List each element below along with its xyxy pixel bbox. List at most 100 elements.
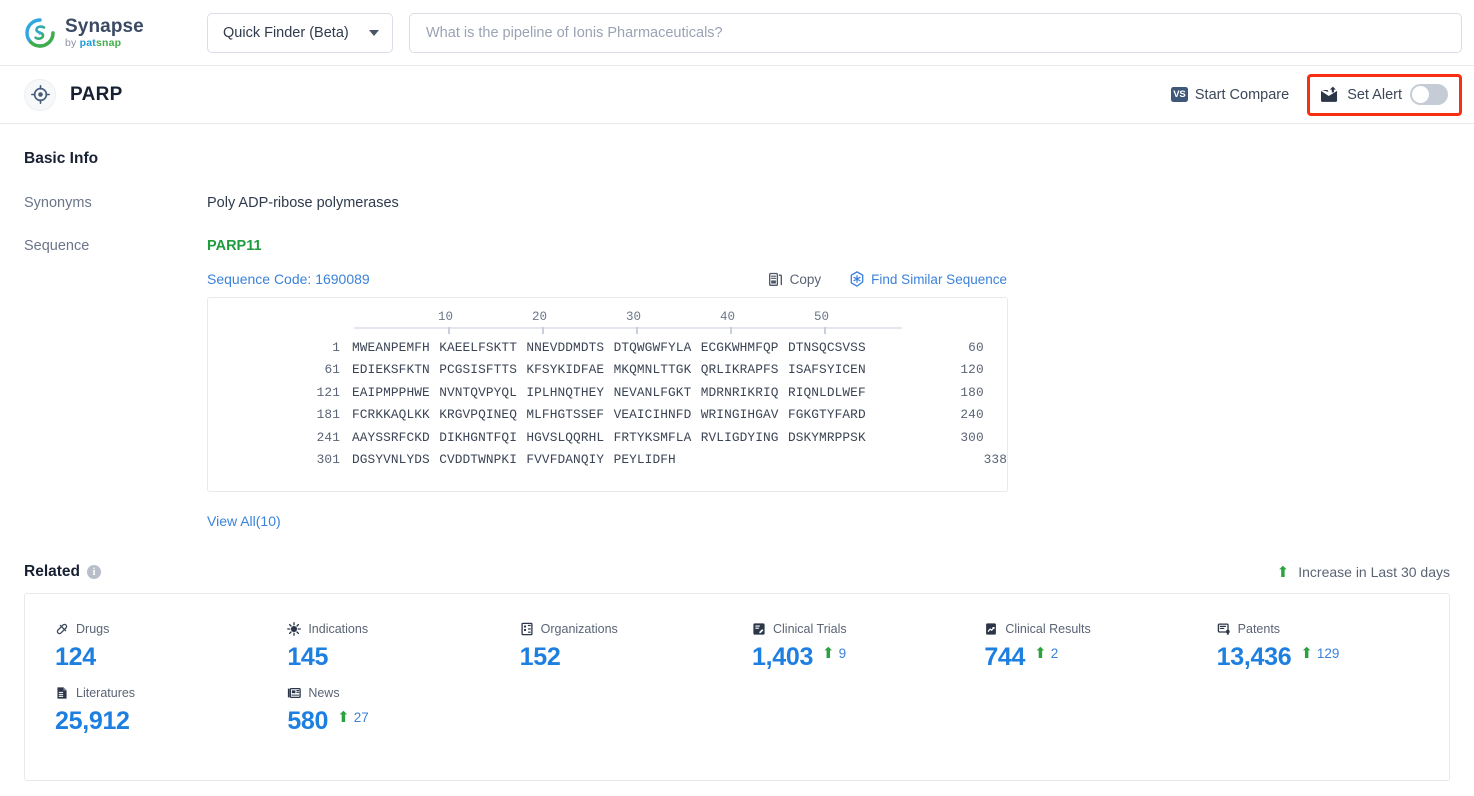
sequence-chunk: FGKGTYFARD [787, 407, 866, 423]
related-item-indications[interactable]: Indications 145 [287, 622, 519, 670]
related-item-delta-value: 2 [1050, 646, 1059, 661]
related-item-label-row: Drugs [55, 622, 287, 636]
entity-header-bar: PARP VS Start Compare Set Alert [0, 66, 1474, 124]
literature-icon [55, 686, 69, 700]
related-item-delta: ⬆ 129 [1300, 646, 1339, 661]
sequence-end-index: 338 [983, 452, 1007, 468]
related-item-label-row: News [287, 686, 519, 700]
ruler-baseline [354, 327, 902, 329]
related-item-label: News [308, 686, 340, 700]
sequence-chunk: FVVFDANQIY [526, 452, 605, 468]
sequence-chunk: MDRNRIKRIQ [700, 384, 779, 400]
copy-button[interactable]: Copy [768, 272, 821, 287]
related-header: Related i ⬆ Increase in Last 30 days [24, 563, 1450, 581]
related-item-value: 1,403 [751, 643, 814, 671]
sequence-chunk: DTQWGWFYLA [613, 339, 692, 355]
sequence-viewer-panel: 10 20 30 40 50 1 MWEANPEMFH KAEELFSKTT N… [207, 297, 1008, 492]
clinical-result-icon [984, 622, 998, 636]
sequence-chunk: EDIEKSFKTN [352, 362, 430, 378]
sequence-name: PARP11 [207, 238, 262, 254]
sequence-chunk: ISAFSYICEN [787, 362, 866, 378]
sequence-chunk: RVLIGDYING [700, 429, 779, 445]
search-bar[interactable] [409, 12, 1462, 53]
synonyms-label: Synonyms [24, 195, 92, 211]
sequence-chunk: MWEANPEMFH [352, 339, 430, 355]
arrow-up-icon: ⬆ [1276, 563, 1290, 581]
find-similar-sequence-button[interactable]: Find Similar Sequence [849, 271, 1007, 287]
related-item-value-row: 25,912 [55, 709, 287, 734]
view-all-sequences-link[interactable]: View All(10) [207, 513, 281, 529]
sequence-start-index: 241 [316, 429, 340, 445]
related-item-value: 580 [287, 707, 329, 735]
sequence-line: 121 EAIPMPPHWE NVNTQVPYQL IPLHNQTHEY NEV… [208, 381, 1007, 404]
info-row-synonyms: Synonyms Poly ADP-ribose polymerases [24, 195, 1450, 211]
clinical-trial-icon [752, 622, 766, 636]
related-item-value: 13,436 [1216, 643, 1292, 671]
pill-icon [55, 622, 69, 636]
arrow-up-icon: ⬆ [822, 645, 835, 662]
basic-info-heading: Basic Info [24, 150, 99, 167]
sequence-start-index: 121 [316, 384, 340, 400]
related-item-label-row: Patents [1217, 622, 1449, 636]
related-item-label: Clinical Trials [772, 622, 847, 636]
sequence-block: PARP11 Sequence Code: 1690089 Copy Find … [207, 238, 1008, 531]
sequence-chunk: DTNSQCSVSS [787, 339, 866, 355]
related-item-label-row: Organizations [520, 622, 752, 636]
related-item-clinical-results[interactable]: Clinical Results 744 ⬆ 2 [984, 622, 1216, 670]
related-item-label: Drugs [76, 622, 110, 636]
related-item-value-row: 124 [55, 645, 287, 670]
arrow-up-icon: ⬆ [1300, 645, 1313, 662]
related-item-label: Literatures [76, 686, 136, 700]
target-icon [24, 78, 56, 111]
ruler-tick-label: 10 [438, 310, 454, 324]
sequence-end-index: 120 [960, 362, 984, 378]
quick-finder-select[interactable]: Quick Finder (Beta) [207, 12, 393, 53]
arrow-up-icon: ⬆ [1034, 645, 1047, 662]
sequence-chunk: KRGVPQINEQ [439, 407, 517, 423]
ruler-tick-label: 40 [720, 310, 736, 324]
sequence-chunks: FCRKKAQLKK KRGVPQINEQ MLFHGTSSEF VEAICIH… [352, 407, 866, 422]
start-compare-label: Start Compare [1194, 86, 1290, 103]
sequence-chunk: DSKYMRPPSK [787, 429, 866, 445]
related-item-patents[interactable]: Patents 13,436 ⬆ 129 [1217, 622, 1449, 670]
sequence-chunk: MLFHGTSSEF [526, 407, 605, 423]
related-item-delta-value: 27 [353, 710, 369, 725]
related-item-news[interactable]: News 580 ⬆ 27 [287, 686, 519, 734]
related-item-clinical-trials[interactable]: Clinical Trials 1,403 ⬆ 9 [752, 622, 984, 670]
synapse-logo[interactable]: Synapse by patsnap [24, 17, 182, 49]
sequence-chunk: NEVANLFGKT [613, 384, 692, 400]
sequence-chunk: NVNTQVPYQL [439, 384, 517, 400]
logo-title: Synapse [65, 15, 144, 37]
sequence-start-index: 301 [316, 452, 340, 468]
sequence-label: Sequence [24, 238, 90, 254]
sequence-code-link[interactable]: Sequence Code: 1690089 [207, 271, 370, 287]
related-item-label: Organizations [540, 622, 618, 636]
info-icon[interactable]: i [87, 565, 101, 579]
related-item-delta-value: 9 [838, 646, 847, 661]
related-item-delta: ⬆ 27 [337, 710, 369, 725]
related-item-value: 152 [519, 643, 561, 671]
logo-snap-text: snap [95, 36, 122, 49]
sequence-lines: 1 MWEANPEMFH KAEELFSKTT NNEVDDMDTS DTQWG… [208, 336, 1007, 471]
sequence-line: 1 MWEANPEMFH KAEELFSKTT NNEVDDMDTS DTQWG… [208, 336, 1007, 359]
chevron-down-icon [369, 29, 379, 36]
related-item-value-row: 145 [287, 645, 519, 670]
related-item-literatures[interactable]: Literatures 25,912 [55, 686, 287, 734]
main-content: Basic Info Synonyms Poly ADP-ribose poly… [0, 150, 1474, 781]
ruler-tick-label: 50 [814, 310, 830, 324]
start-compare-button[interactable]: VS Start Compare [1170, 86, 1290, 103]
related-item-value-row: 1,403 ⬆ 9 [752, 645, 984, 670]
sequence-end-index: 180 [960, 384, 984, 400]
sequence-chunk: KAEELFSKTT [439, 339, 517, 355]
increase-legend: ⬆ Increase in Last 30 days [1277, 564, 1450, 580]
related-item-drugs[interactable]: Drugs 124 [55, 622, 287, 670]
alert-mail-icon [1320, 86, 1339, 103]
set-alert-toggle[interactable] [1410, 84, 1448, 105]
patent-icon [1217, 622, 1231, 636]
sequence-chunk: PEYLIDFH [613, 452, 676, 468]
set-alert-label: Set Alert [1347, 86, 1402, 103]
related-item-organizations[interactable]: Organizations 152 [520, 622, 752, 670]
sequence-tools: Copy Find Similar Sequence [768, 271, 1007, 287]
search-input[interactable] [410, 13, 1461, 52]
related-item-value-row: 152 [520, 645, 752, 670]
